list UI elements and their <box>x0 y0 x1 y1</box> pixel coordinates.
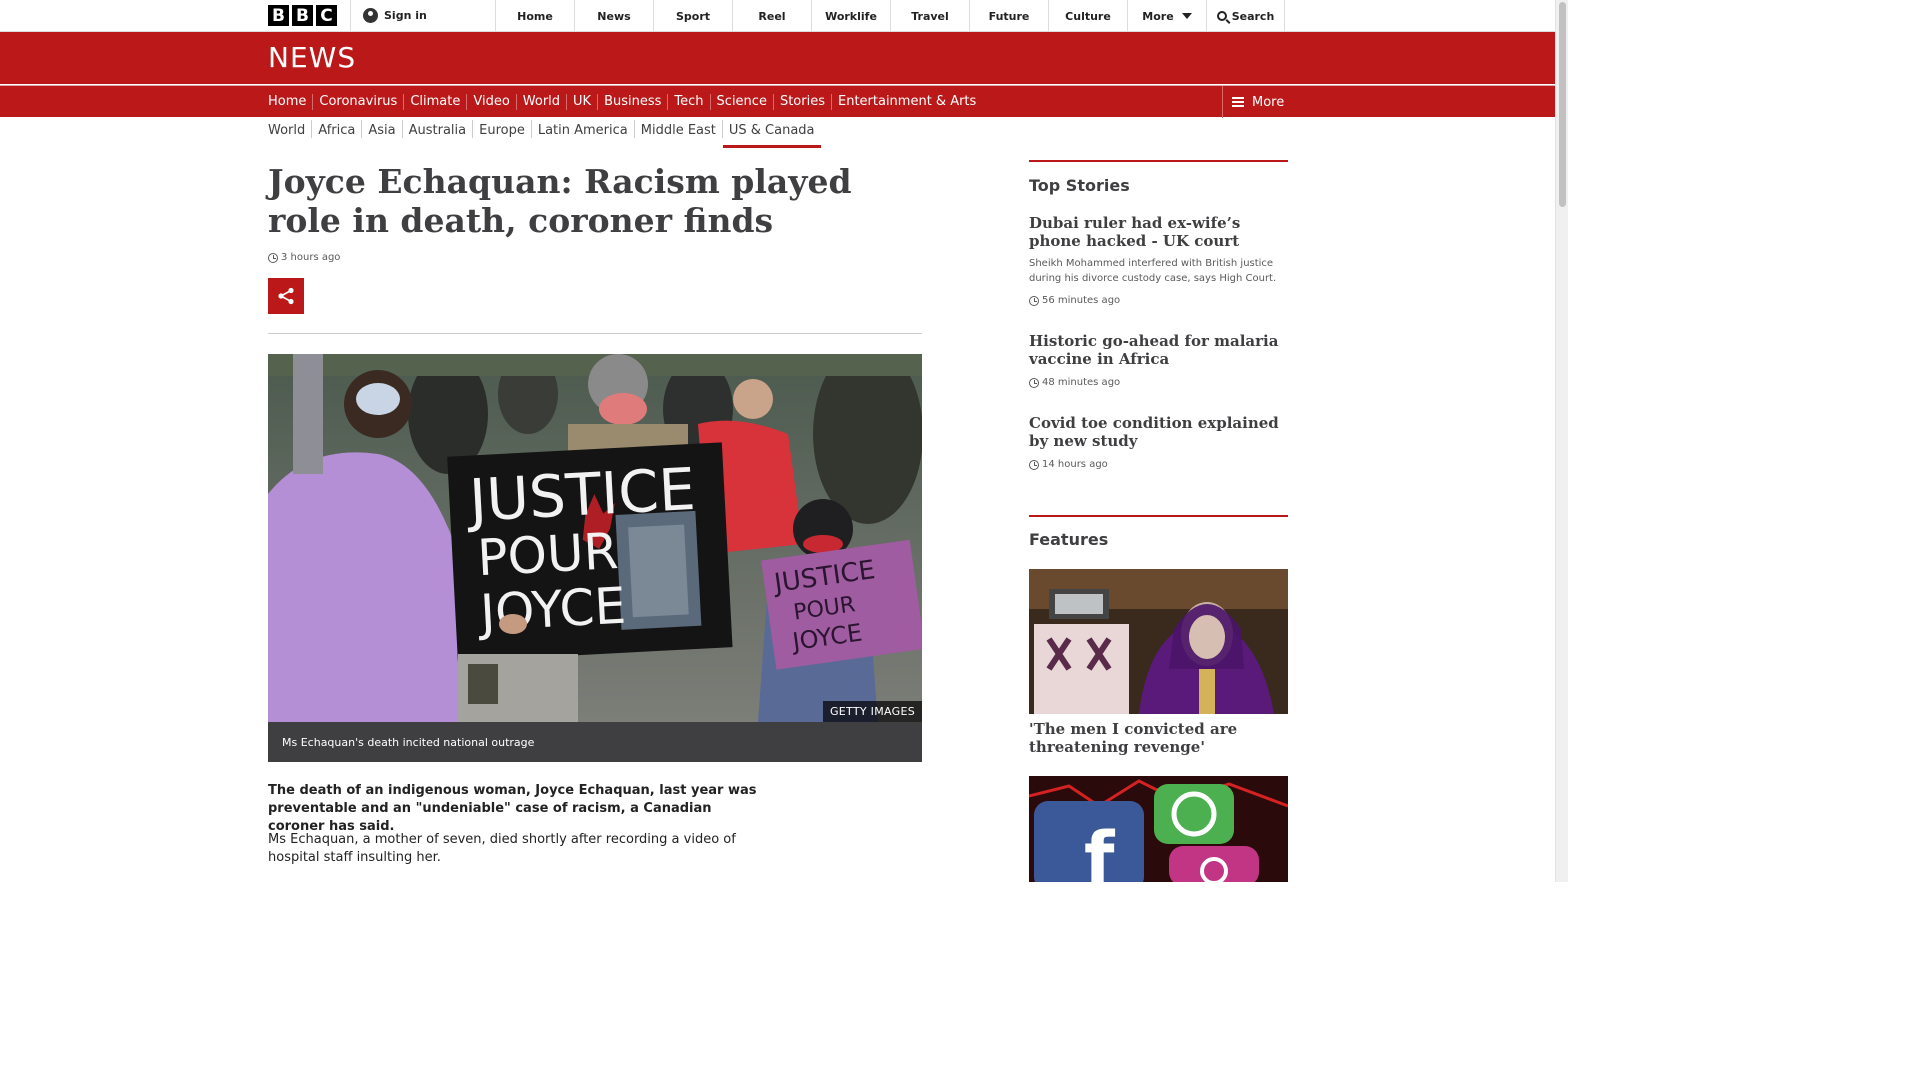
top-story-time-label: 48 minutes ago <box>1042 377 1121 388</box>
section-nav-business[interactable]: Business <box>598 94 669 110</box>
section-nav: Home Coronavirus Climate Video World UK Busine… <box>0 85 1555 120</box>
bbc-logo-letter: B <box>292 5 313 26</box>
section-nav-climate[interactable]: Climate <box>404 94 468 110</box>
top-story-time-label: 14 hours ago <box>1042 459 1108 470</box>
article-headline: Joyce Echaquan: Racism played role in de… <box>268 162 852 240</box>
clock-icon <box>1029 377 1039 388</box>
news-banner: NEWS <box>0 32 1555 84</box>
protest-photo: JUSTICE POUR JOYCE JUSTICE POUR JOYCE <box>268 354 922 722</box>
social-apps-photo: f <box>1029 776 1288 882</box>
section-nav-science[interactable]: Science <box>711 94 774 110</box>
feature-image[interactable]: f <box>1029 776 1288 882</box>
user-icon <box>363 8 378 23</box>
top-stories-title: Top Stories <box>1029 176 1130 195</box>
menu-icon <box>1232 97 1244 107</box>
svg-text:f: f <box>1084 817 1116 882</box>
top-story-time: 14 hours ago <box>1029 459 1288 470</box>
feature-photo <box>1029 569 1288 714</box>
bbc-logo-letter: C <box>316 5 337 26</box>
clock-icon <box>1029 459 1039 470</box>
section-more-button[interactable]: More <box>1222 86 1302 118</box>
section-more-label: More <box>1252 94 1285 110</box>
sign-main-line1: JUSTICE <box>465 455 697 535</box>
article-paragraph: Ms Echaquan, a mother of seven, died sho… <box>268 832 736 865</box>
search-label: Search <box>1231 9 1275 23</box>
topnav-worklife[interactable]: Worklife <box>811 0 890 32</box>
sub-nav-australia[interactable]: Australia <box>403 120 474 138</box>
divider <box>350 0 351 32</box>
clock-icon <box>268 252 278 263</box>
bbc-global-bar: B B C Sign in Home News Sport Reel Workl… <box>0 0 1555 32</box>
article-timestamp: 3 hours ago <box>268 252 340 263</box>
section-nav-entertainment-arts[interactable]: Entertainment & Arts <box>832 94 982 110</box>
topnav-news[interactable]: News <box>574 0 653 32</box>
search-icon <box>1216 11 1227 21</box>
sign-main-line3: JOYCE <box>476 577 628 643</box>
topnav-more-label: More <box>1142 9 1174 23</box>
section-nav-coronavirus[interactable]: Coronavirus <box>313 94 405 110</box>
features-rule <box>1029 515 1288 517</box>
top-story-summary: Sheikh Mohammed interfered with British … <box>1029 258 1277 284</box>
bbc-logo[interactable]: B B C <box>268 5 337 26</box>
section-nav-world[interactable]: World <box>516 94 568 120</box>
article-time: 3 hours ago <box>281 252 341 263</box>
page-scrollbar[interactable] <box>1555 0 1568 882</box>
top-story-item[interactable]: Covid toe condition explained by new stu… <box>1029 414 1288 470</box>
top-story-item[interactable]: Historic go-ahead for malaria vaccine in… <box>1029 332 1288 388</box>
top-story-title[interactable]: Dubai ruler had ex-wife’s phone hacked -… <box>1029 214 1288 250</box>
top-story-time: 48 minutes ago <box>1029 377 1288 388</box>
news-logo[interactable]: NEWS <box>268 41 356 74</box>
image-caption: Ms Echaquan's death incited national out… <box>268 722 922 762</box>
top-story-time: 56 minutes ago <box>1029 295 1288 306</box>
top-story-title[interactable]: Covid toe condition explained by new stu… <box>1029 414 1288 450</box>
topnav-more-button[interactable]: More <box>1127 0 1206 32</box>
share-button[interactable] <box>268 278 304 314</box>
clock-icon <box>1029 295 1039 306</box>
share-icon <box>278 287 294 305</box>
scrollbar-thumb[interactable] <box>1559 2 1566 207</box>
sub-nav-us-canada[interactable]: US & Canada <box>722 120 821 148</box>
sign-in-link[interactable]: Sign in <box>363 8 427 23</box>
topnav-reel[interactable]: Reel <box>732 0 811 32</box>
top-story-time-label: 56 minutes ago <box>1042 295 1121 306</box>
section-nav-tech[interactable]: Tech <box>668 94 711 110</box>
top-story-item[interactable]: Dubai ruler had ex-wife’s phone hacked -… <box>1029 214 1288 306</box>
image-credit: GETTY IMAGES <box>822 701 922 722</box>
bbc-top-nav: Home News Sport Reel Worklife Travel Fut… <box>495 0 1285 32</box>
search-button[interactable]: Search <box>1206 0 1285 32</box>
article-divider <box>268 333 922 334</box>
sub-nav-asia[interactable]: Asia <box>362 120 403 138</box>
caret-down-icon <box>1181 13 1192 19</box>
topnav-culture[interactable]: Culture <box>1048 0 1127 32</box>
topnav-travel[interactable]: Travel <box>890 0 969 32</box>
sub-nav-europe[interactable]: Europe <box>473 120 532 138</box>
feature-title[interactable]: 'The men I convicted are threatening rev… <box>1029 720 1288 756</box>
topnav-future[interactable]: Future <box>969 0 1048 32</box>
topnav-sport[interactable]: Sport <box>653 0 732 32</box>
sign-in-label: Sign in <box>384 9 427 22</box>
sub-nav-africa[interactable]: Africa <box>312 120 363 138</box>
sub-nav-middle-east[interactable]: Middle East <box>635 120 723 138</box>
top-stories-rule <box>1029 160 1288 162</box>
section-nav-links: Home Coronavirus Climate Video World UK Busine… <box>262 86 982 120</box>
bbc-logo-letter: B <box>268 5 289 26</box>
section-nav-stories[interactable]: Stories <box>774 94 832 110</box>
sub-nav-latin-america[interactable]: Latin America <box>532 120 635 138</box>
article-intro: The death of an indigenous woman, Joyce … <box>268 783 757 834</box>
section-nav-uk[interactable]: UK <box>567 94 599 110</box>
top-story-title[interactable]: Historic go-ahead for malaria vaccine in… <box>1029 332 1288 368</box>
sub-nav-world[interactable]: World <box>262 120 313 138</box>
features-title: Features <box>1029 530 1109 549</box>
article-hero-image: JUSTICE POUR JOYCE JUSTICE POUR JOYCE GE… <box>268 354 922 722</box>
topnav-home[interactable]: Home <box>495 0 574 32</box>
section-nav-video[interactable]: Video <box>467 94 517 110</box>
page: B B C Sign in Home News Sport Reel Workl… <box>0 0 1568 882</box>
section-nav-home[interactable]: Home <box>262 94 314 110</box>
sub-nav: World Africa Asia Australia Europe Latin Amer… <box>262 120 821 148</box>
feature-image[interactable] <box>1029 569 1288 714</box>
